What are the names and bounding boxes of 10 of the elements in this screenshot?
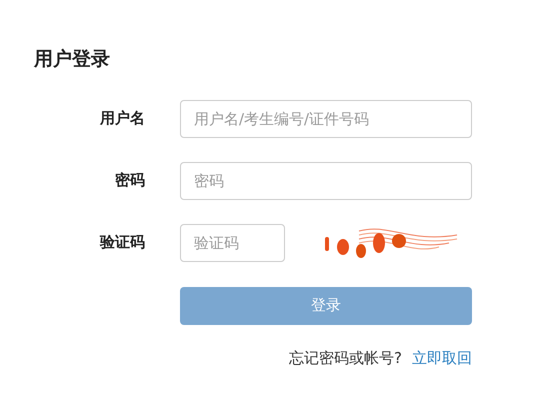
captcha-field[interactable]: 验证码 [180,224,285,262]
password-field[interactable]: 密码 [180,162,472,200]
login-button[interactable]: 登录 [180,286,472,324]
page-title: 用户登录 [32,47,111,72]
field-label: 验证码 [98,232,145,254]
field-label: 密码 [114,170,145,192]
field-label: 用户名 [98,108,145,130]
recover-link[interactable]: 立即取回 [412,346,472,369]
forgot-text: 忘记密码或帐号? [289,348,402,368]
username-field[interactable]: 用户名/考生编号/证件号码 [180,100,472,138]
